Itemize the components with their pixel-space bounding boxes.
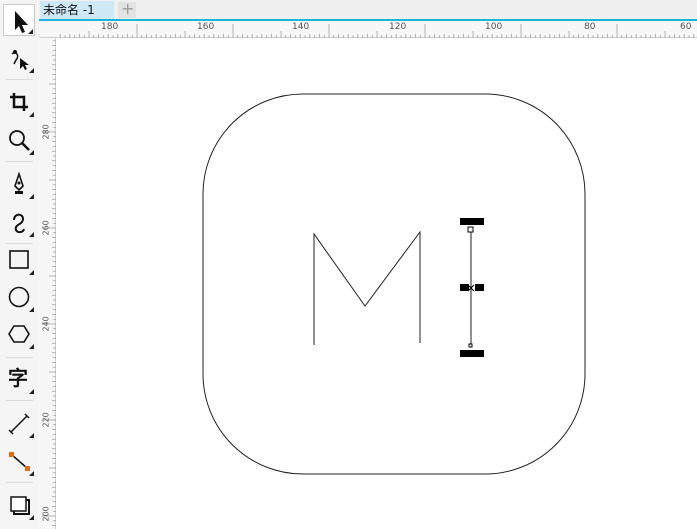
drawing-canvas[interactable] <box>56 38 697 529</box>
ruler-label: 80 <box>584 22 596 32</box>
ruler-label: 220 <box>41 412 51 428</box>
ruler-label: 60 <box>680 22 692 32</box>
bottom-resize-handle[interactable] <box>460 350 484 357</box>
connector-tool[interactable] <box>3 445 35 477</box>
rounded-square-shape[interactable] <box>202 93 586 475</box>
ruler-label: 100 <box>485 22 503 32</box>
ellipse-tool[interactable] <box>3 281 35 313</box>
ruler-label: 240 <box>41 316 51 332</box>
dimension-tool[interactable] <box>3 407 35 439</box>
ruler-label: 140 <box>292 22 310 32</box>
right-resize-handle[interactable] <box>475 284 484 291</box>
crop-tool[interactable] <box>3 86 35 118</box>
add-tab-button[interactable]: + <box>118 0 136 18</box>
end-node[interactable] <box>468 343 473 348</box>
ruler-label: 160 <box>197 22 215 32</box>
horizontal-ruler[interactable]: 180 160 140 120 100 80 60 <box>39 21 697 38</box>
ruler-label: 200 <box>41 506 51 522</box>
text-tool[interactable]: 字 <box>3 363 35 395</box>
start-node[interactable] <box>467 226 474 233</box>
shadow-tool[interactable] <box>3 489 35 521</box>
ruler-label: 280 <box>41 124 51 140</box>
left-resize-handle[interactable] <box>460 284 469 291</box>
toolbox: 字 <box>0 0 40 529</box>
zoom-tool[interactable] <box>3 124 35 156</box>
vertical-ruler[interactable]: 280 260 240 220 200 <box>39 38 56 529</box>
ruler-label: 120 <box>389 22 407 32</box>
polygon-tool[interactable] <box>3 318 35 350</box>
plus-icon: + <box>121 0 135 18</box>
ruler-label: 180 <box>101 22 119 32</box>
freehand-tool[interactable] <box>3 168 35 200</box>
top-resize-handle[interactable] <box>460 218 484 225</box>
pick-tool[interactable] <box>3 4 35 36</box>
artistic-media-tool[interactable] <box>3 206 35 238</box>
ruler-label: 260 <box>41 220 51 236</box>
selected-line-handles[interactable] <box>460 218 484 357</box>
shape-tool[interactable] <box>3 42 35 74</box>
m-letter-shape[interactable] <box>313 230 421 345</box>
document-tab[interactable]: 未命名 -1 <box>40 1 114 19</box>
rectangle-tool[interactable] <box>3 244 35 276</box>
document-tab-bar: 未命名 -1 + <box>39 0 697 21</box>
document-tab-title: 未命名 -1 <box>43 3 95 17</box>
text-icon: 字 <box>8 366 28 390</box>
